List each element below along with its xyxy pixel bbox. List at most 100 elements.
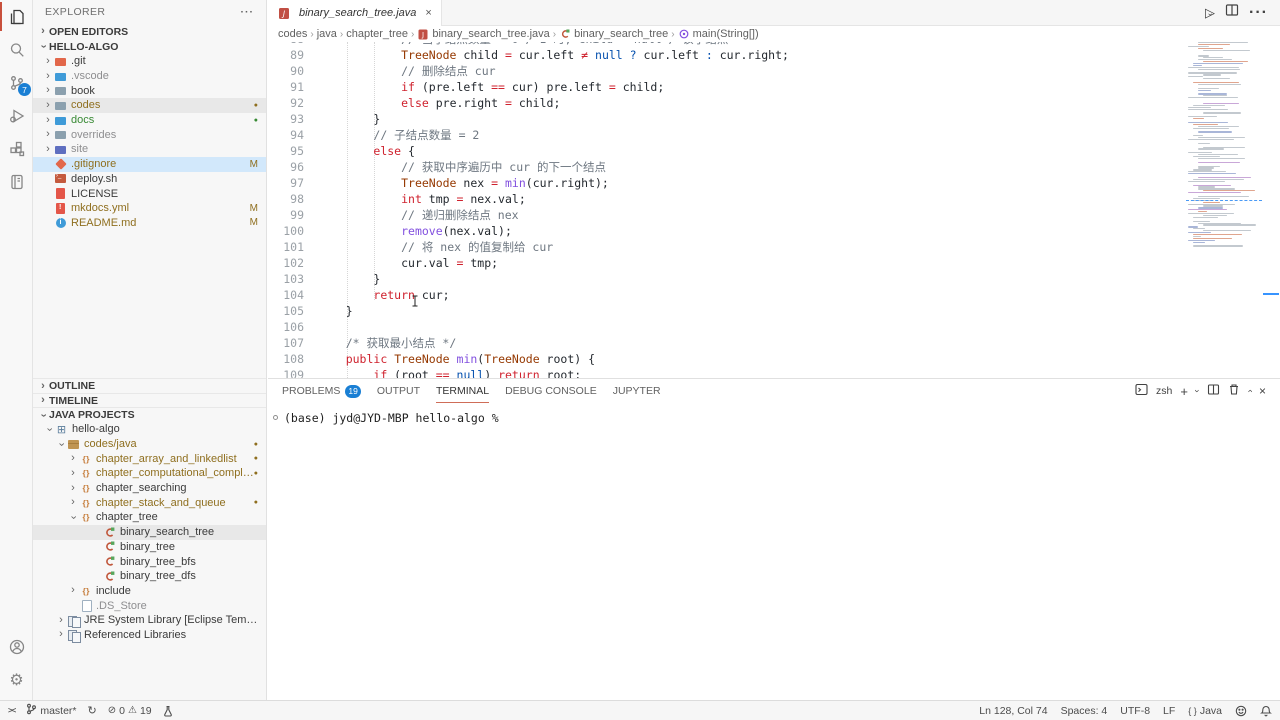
encoding[interactable]: UTF-8 <box>1120 705 1150 717</box>
open-editors-section[interactable]: ›OPEN EDITORS <box>33 24 266 39</box>
java-tree-row-chapter-searching[interactable]: ›chapter_searching <box>33 481 266 496</box>
tab-binary-search-tree[interactable]: J binary_search_tree.java × <box>268 0 442 26</box>
line-number[interactable]: 90 <box>268 63 304 79</box>
code-line[interactable]: /* 获取最小结点 */ <box>318 335 1186 351</box>
terminal-launch-icon[interactable] <box>1135 383 1148 399</box>
line-number[interactable]: 108 <box>268 351 304 367</box>
line-number[interactable]: 103 <box>268 271 304 287</box>
line-number[interactable]: 89 <box>268 47 304 63</box>
panel-tab-debug-console[interactable]: DEBUG CONSOLE <box>505 379 597 403</box>
code-line[interactable]: // 子结点数量 = 2 <box>318 127 1186 143</box>
language-mode[interactable]: { }Java <box>1188 705 1222 717</box>
code-line[interactable]: TreeNode nex = min(cur.right); <box>318 175 1186 191</box>
panel-tab-terminal[interactable]: TERMINAL <box>436 379 489 403</box>
code-line[interactable]: return cur; <box>318 287 1186 303</box>
panel-tab-jupyter[interactable]: JUPYTER <box>613 379 661 403</box>
extensions-icon[interactable] <box>0 132 33 165</box>
file-row-overrides[interactable]: ›overrides <box>33 127 266 142</box>
new-terminal-icon[interactable]: + <box>1180 384 1188 399</box>
java-tree-row-include[interactable]: ›include <box>33 584 266 599</box>
java-tree-row-chapter-stack-and-queue[interactable]: ›chapter_stack_and_queue● <box>33 495 266 510</box>
line-number[interactable]: 101 <box>268 239 304 255</box>
java-tree-row--ds-store[interactable]: .DS_Store <box>33 598 266 613</box>
code-line[interactable]: public TreeNode min(TreeNode root) { <box>318 351 1186 367</box>
cursor-position[interactable]: Ln 128, Col 74 <box>979 705 1047 717</box>
files-icon[interactable] <box>0 0 33 33</box>
java-tree-row-binary-tree[interactable]: binary_tree <box>33 540 266 555</box>
file-row-license[interactable]: LICENSE <box>33 186 266 201</box>
close-panel-icon[interactable]: × <box>1259 384 1266 398</box>
code-line[interactable]: else { <box>318 143 1186 159</box>
file-row-site[interactable]: ›site <box>33 142 266 157</box>
account-icon[interactable] <box>0 630 33 663</box>
run-debug-icon[interactable] <box>0 99 33 132</box>
code-line[interactable]: TreeNode child = cur.left ≠ null ? cur.l… <box>318 47 1186 63</box>
code-line[interactable]: int tmp = nex.val; <box>318 191 1186 207</box>
split-terminal-icon[interactable] <box>1207 383 1220 399</box>
code-line[interactable]: // 获取中序遍历中 cur 的下一个结点 <box>318 159 1186 175</box>
file-row-docs[interactable]: ›docs● <box>33 113 266 128</box>
code-line[interactable]: if (root == null) return root; <box>318 367 1186 378</box>
code-line[interactable] <box>318 319 1186 335</box>
code-editor[interactable]: 8889909192939495969798991001011021031041… <box>268 42 1280 378</box>
file-row--gitignore[interactable]: .gitignoreM <box>33 157 266 172</box>
java-projects-section[interactable]: ›JAVA PROJECTS <box>33 407 266 422</box>
notebook-icon[interactable] <box>0 165 33 198</box>
breadcrumb-item[interactable]: java <box>317 28 337 40</box>
file-row-mkdocs-yml[interactable]: mkdocs.ymlM <box>33 201 266 216</box>
timeline-section[interactable]: ›TIMELINE <box>33 393 266 407</box>
eol[interactable]: LF <box>1163 705 1175 717</box>
java-tree-row-binary-search-tree[interactable]: binary_search_tree <box>33 525 266 540</box>
line-number[interactable]: 92 <box>268 95 304 111</box>
java-tree-row-chapter-computational-complexity[interactable]: ›chapter_computational_complexity● <box>33 466 266 481</box>
source-control-icon[interactable]: 7 <box>0 66 33 99</box>
shell-selector[interactable]: zsh <box>1156 385 1172 397</box>
line-number[interactable]: 105 <box>268 303 304 319</box>
java-tree-row-codes-java[interactable]: ›codes/java● <box>33 437 266 452</box>
breadcrumb-item[interactable]: binary_search_tree <box>559 28 668 40</box>
code-line[interactable]: if (pre.left == cur) pre.left = child; <box>318 79 1186 95</box>
remote-indicator[interactable]: >< <box>8 706 15 715</box>
tab-close-icon[interactable]: × <box>425 7 431 19</box>
settings-gear-icon[interactable]: ⚙ <box>0 663 33 696</box>
code-content[interactable]: // 当子结点数量 = 0 / 1 时, child = null / 该子结点… <box>318 42 1186 378</box>
java-tree-row-chapter-array-and-linkedlist[interactable]: ›chapter_array_and_linkedlist● <box>33 451 266 466</box>
notifications-bell-icon[interactable] <box>1260 705 1272 717</box>
feedback-icon[interactable] <box>1235 705 1247 717</box>
java-tree-row-hello-algo[interactable]: ›hello-algo <box>33 422 266 437</box>
git-branch-item[interactable]: master* <box>26 703 76 718</box>
file-row--git[interactable]: ›.git <box>33 54 266 69</box>
flask-status-icon[interactable] <box>163 705 173 717</box>
line-number[interactable]: 96 <box>268 159 304 175</box>
code-line[interactable]: } <box>318 111 1186 127</box>
line-number[interactable]: 99 <box>268 207 304 223</box>
problems-summary[interactable]: ⊘ 0 ⚠ 19 <box>108 705 152 717</box>
file-row--vscode[interactable]: ›.vscode <box>33 69 266 84</box>
code-line[interactable]: // 将 nex 的值复制给 cur <box>318 239 1186 255</box>
line-number[interactable]: 104 <box>268 287 304 303</box>
maximize-panel-icon[interactable]: › <box>1244 390 1254 393</box>
code-line[interactable]: } <box>318 271 1186 287</box>
line-number[interactable]: 109 <box>268 367 304 378</box>
kill-terminal-icon[interactable] <box>1228 383 1240 399</box>
line-number[interactable]: 93 <box>268 111 304 127</box>
breadcrumb-item[interactable]: codes <box>278 28 307 40</box>
breadcrumb-item[interactable]: main(String[]) <box>678 28 759 40</box>
indentation[interactable]: Spaces: 4 <box>1061 705 1108 717</box>
line-number[interactable]: 91 <box>268 79 304 95</box>
line-number[interactable]: 98 <box>268 191 304 207</box>
file-row-deploy-sh[interactable]: deploy.sh <box>33 172 266 187</box>
java-tree-row-binary-tree-bfs[interactable]: binary_tree_bfs <box>33 554 266 569</box>
file-row-codes[interactable]: ›codes● <box>33 98 266 113</box>
more-actions-icon[interactable]: ··· <box>1249 4 1268 22</box>
line-number-gutter[interactable]: 8889909192939495969798991001011021031041… <box>268 42 304 378</box>
search-icon[interactable] <box>0 33 33 66</box>
line-number[interactable]: 107 <box>268 335 304 351</box>
code-line[interactable]: remove(nex.val); <box>318 223 1186 239</box>
code-line[interactable]: cur.val = tmp; <box>318 255 1186 271</box>
sync-button[interactable]: ↻ <box>88 704 97 717</box>
run-button[interactable]: ▷› <box>1205 4 1215 22</box>
line-number[interactable]: 94 <box>268 127 304 143</box>
java-tree-row-chapter-tree[interactable]: ›chapter_tree <box>33 510 266 525</box>
explorer-more-actions[interactable]: ··· <box>241 6 255 18</box>
